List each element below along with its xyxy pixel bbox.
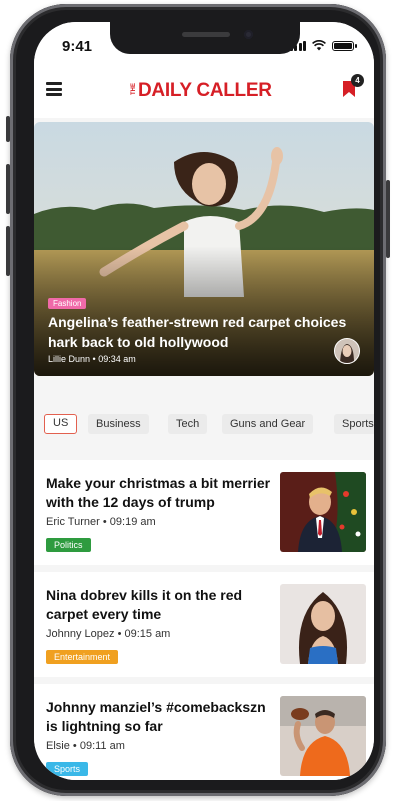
volume-up-button [6, 164, 10, 214]
status-icons [289, 40, 357, 51]
article-card[interactable]: Johnny manziel’s #comebackszn is lightni… [34, 684, 374, 780]
hero-article[interactable]: Fashion Angelina’s feather-strewn red ca… [34, 122, 374, 376]
menu-icon[interactable] [46, 82, 62, 96]
article-meta: Elsie • 09:11 am [46, 740, 125, 752]
battery-icon [332, 40, 357, 51]
logo-prefix: THE [131, 83, 137, 95]
article-thumbnail [280, 472, 366, 552]
meta-dot: • [102, 516, 110, 528]
article-title[interactable]: Make your christmas a bit merrier with t… [46, 474, 276, 512]
speaker-grille [182, 32, 230, 37]
article-author: Johnny Lopez [46, 628, 115, 640]
category-badge: Politics [46, 538, 91, 552]
meta-dot: • [72, 740, 80, 752]
hero-author: Lillie Dunn [48, 354, 91, 364]
article-meta: Johnny Lopez • 09:15 am [46, 628, 170, 640]
silent-switch [6, 116, 10, 142]
category-tabs: US Business Tech Guns and Gear Sports [34, 404, 374, 444]
power-button [386, 180, 390, 258]
notch [110, 22, 300, 54]
tab-business[interactable]: Business [88, 414, 149, 434]
article-time: 09:15 am [124, 628, 171, 640]
hero-category-badge: Fashion [48, 298, 87, 309]
tab-guns-and-gear[interactable]: Guns and Gear [222, 414, 314, 434]
bookmark-count-badge: 4 [351, 74, 364, 87]
article-thumbnail [280, 584, 366, 664]
article-card[interactable]: Make your christmas a bit merrier with t… [34, 460, 374, 565]
status-time: 9:41 [62, 38, 93, 55]
logo-text: DAILY CALLER [138, 80, 272, 101]
wifi-icon [312, 40, 326, 51]
article-time: 09:11 am [79, 740, 125, 752]
category-badge: Entertainment [46, 650, 119, 664]
hero-title[interactable]: Angelina’s feather-strewn red carpet cho… [48, 312, 348, 352]
hero-time: 09:34 am [98, 354, 136, 364]
logo[interactable]: THE DAILY CALLER [130, 80, 272, 102]
tab-sports[interactable]: Sports [334, 414, 374, 434]
volume-down-button [6, 226, 10, 276]
phone-screen: 9:41 THE DAILY CALLER 4 Fashion Angelina… [34, 22, 374, 780]
front-camera [244, 30, 253, 39]
article-meta: Eric Turner • 09:19 am [46, 516, 156, 528]
article-author: Elsie [46, 740, 70, 752]
app-header: THE DAILY CALLER 4 [34, 66, 374, 118]
article-title[interactable]: Johnny manziel’s #comebackszn is lightni… [46, 698, 276, 736]
article-time: 09:19 am [109, 516, 156, 528]
article-author: Eric Turner [46, 516, 100, 528]
tab-tech[interactable]: Tech [168, 414, 208, 434]
tab-us[interactable]: US [44, 414, 78, 434]
article-title[interactable]: Nina dobrev kills it on the red carpet e… [46, 586, 276, 624]
hero-meta: Lillie Dunn • 09:34 am [48, 354, 136, 364]
article-thumbnail [280, 696, 366, 776]
article-card[interactable]: Nina dobrev kills it on the red carpet e… [34, 572, 374, 677]
author-avatar[interactable] [334, 338, 360, 364]
bookmark-button[interactable]: 4 [342, 74, 364, 98]
category-badge: Sports [46, 762, 89, 776]
